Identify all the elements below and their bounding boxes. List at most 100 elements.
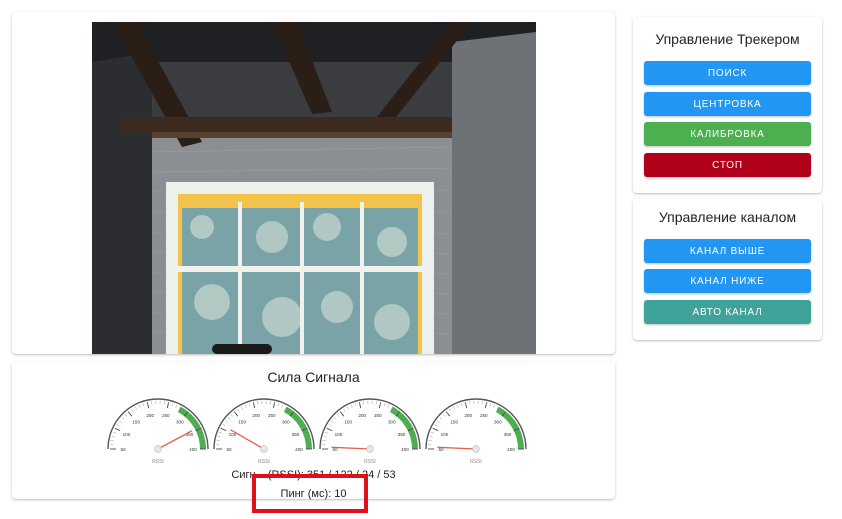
gauge-tick-label: 250 [162,413,170,418]
gauge-minor-tick [277,403,280,407]
gauge-minor-tick [227,417,231,420]
gauge-needle [157,430,193,450]
gauge-tick-label: 100 [123,432,131,437]
gauge-tick-label: 400 [507,447,515,452]
gauge-minor-tick [354,403,357,407]
gauge-minor-tick [281,404,284,408]
channel-control-title: Управление каналом [658,209,797,225]
gauge-tick-label: 150 [132,420,140,425]
auto-channel-button[interactable]: Авто канал [644,300,811,324]
gauge-minor-tick [430,431,434,434]
gauge-minor-tick [328,424,332,427]
gauge-minor-tick [489,403,492,407]
gauge-tick-label: 400 [189,447,197,452]
gauge-minor-tick [434,424,438,427]
stop-button[interactable]: Стоп [644,153,811,177]
gauge-minor-tick [237,408,240,412]
gauge-minor-tick [339,411,343,414]
gauge-tick-label: 300 [176,420,184,425]
tracker-control-card: Управление Трекером Поиск Центровка Кали… [633,17,822,193]
gauge-minor-tick [111,436,115,438]
gauge-minor-tick [244,404,247,408]
gauge-minor-tick [225,420,228,423]
camera-image [92,22,536,354]
gauge-minor-tick [322,440,326,442]
gauge-tick-label: 200 [358,413,366,418]
gauge-minor-tick [135,406,137,410]
gauge-tick-label: 200 [464,413,472,418]
gauge-minor-tick [116,424,120,427]
gauge-tick-label: 350 [504,432,512,437]
gauge-tick-label: 50 [226,447,232,452]
gauge-dial: 50100150200 250300350400RSSI [319,398,421,465]
gauge-unit-label: RSSI [364,459,376,465]
calibrate-button[interactable]: Калибровка [644,122,811,146]
gauge-minor-tick [127,411,131,414]
rssi-gauges: 50 100 150 200 250 300 350 400 RSSI 50 100 150 200 25… [106,393,528,465]
gauge-minor-tick [131,408,134,412]
gauge-tick-label: 200 [252,413,260,418]
rssi-gauge-4: 50 100 150 200 250 300 350 400 RSSI [424,393,528,465]
gauge-minor-tick [124,414,128,417]
gauge-unit-label: RSSI [152,459,164,465]
gauge-dial: 50100150200 250300350400RSSI [425,398,527,465]
gauge-minor-tick [387,404,390,408]
gauge-tick-label: 150 [238,420,246,425]
search-button[interactable]: Поиск [644,61,811,85]
camera-feed [92,22,536,354]
channel-control-card: Управление каналом Канал выше Канал ниже… [633,199,822,340]
gauge-dial: 50100150200 250300350400RSSI [213,398,315,465]
gauge-minor-tick [383,403,386,407]
gauge-tick-label: 150 [344,420,352,425]
gauge-minor-tick [460,403,463,407]
gauge-minor-tick [142,403,145,407]
gauge-minor-tick [171,403,174,407]
gauge-hub [260,445,268,453]
gauge-tick-label: 250 [374,413,382,418]
gauge-minor-tick [175,404,178,408]
ping-highlight-box [252,474,368,513]
gauge-minor-tick [323,436,327,438]
channel-down-button[interactable]: Канал ниже [644,269,811,293]
gauge-unit-label: RSSI [258,459,270,465]
gauge-tick-label: 400 [295,447,303,452]
gauge-minor-tick [428,440,432,442]
gauge-minor-tick [437,420,440,423]
gauge-needle [437,446,477,450]
gauge-minor-tick [233,411,237,414]
gauge-tick-label: 150 [450,420,458,425]
rssi-gauge-1: 50 100 150 200 250 300 350 400 RSSI [106,393,210,465]
gauge-minor-tick [218,431,222,434]
center-button[interactable]: Центровка [644,92,811,116]
gauge-tick-label: 400 [401,447,409,452]
gauge-unit-label: RSSI [470,459,482,465]
channel-up-button[interactable]: Канал выше [644,239,811,263]
gauge-hub [154,445,162,453]
gauge-minor-tick [449,408,452,412]
gauge-minor-tick [112,431,116,434]
gauge-needle [331,446,371,450]
gauge-minor-tick [230,414,234,417]
gauge-minor-tick [439,417,443,420]
gauge-hub [472,445,480,453]
gauge-tick-label: 300 [282,420,290,425]
signal-strength-title: Сила Сигнала [267,369,360,385]
gauge-minor-tick [350,404,353,408]
gauge-minor-tick [222,424,226,427]
gauge-minor-tick [347,406,349,410]
gauge-minor-tick [442,414,446,417]
gauge-minor-tick [343,408,346,412]
gauge-minor-tick [241,406,243,410]
rssi-gauge-3: 50 100 150 200 250 300 350 400 RSSI [318,393,422,465]
gauge-tick-label: 350 [292,432,300,437]
gauge-minor-tick [138,404,141,408]
gauge-minor-tick [445,411,449,414]
gauge-tick-label: 250 [480,413,488,418]
gauge-minor-tick [331,420,334,423]
gauge-minor-tick [336,414,340,417]
gauge-tick-label: 300 [494,420,502,425]
gauge-minor-tick [217,436,221,438]
gauge-minor-tick [493,404,496,408]
gauge-minor-tick [456,404,459,408]
gauge-tick-label: 50 [120,447,126,452]
